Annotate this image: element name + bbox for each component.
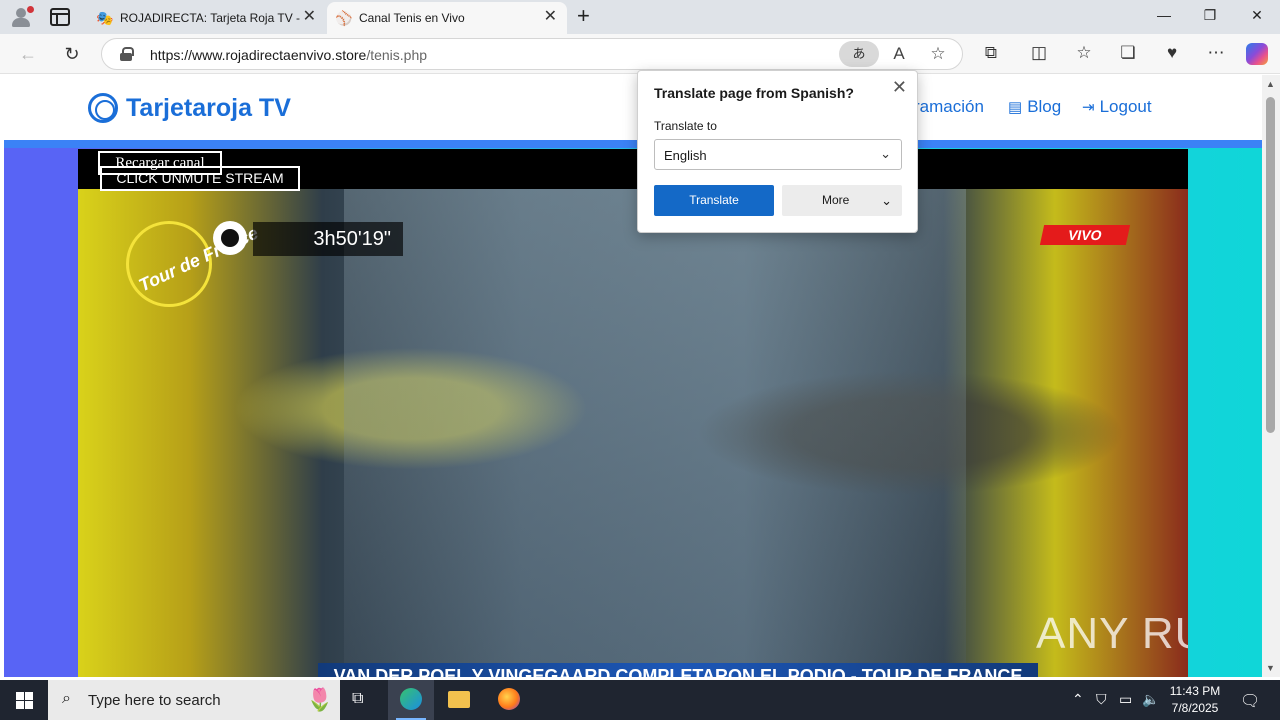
more-button[interactable]: More ⌄	[782, 185, 902, 216]
live-badge: VIVO	[1039, 225, 1131, 245]
tab-strip: 🎭 ROJADIRECTA: Tarjeta Roja TV - Pr ✕ ⚾ …	[0, 0, 1280, 34]
taskbar-search-box[interactable]: ⌕ Type here to search 🌷	[48, 680, 340, 720]
nav-logout-link[interactable]: ⇥ Logout	[1082, 97, 1152, 117]
new-tab-button[interactable]: +	[577, 5, 590, 27]
taskbar-clock[interactable]: 11:43 PM 7/8/2025	[1160, 683, 1230, 717]
profile-icon[interactable]	[8, 5, 34, 29]
race-timer: 3h50'19"	[253, 222, 403, 256]
scroll-down-arrow-icon[interactable]: ▼	[1266, 663, 1275, 673]
task-view-icon[interactable]: ⧉	[338, 680, 384, 720]
tab-canal-tenis[interactable]: ⚾ Canal Tenis en Vivo ✕	[327, 2, 567, 34]
site-navbar: Tarjetaroja TV ramación ▤ Blog ⇥ Logout	[4, 75, 1262, 140]
favorite-star-icon[interactable]: ☆	[927, 44, 949, 64]
clock-time: 11:43 PM	[1169, 684, 1221, 698]
split-screen-icon[interactable]: ◫	[1027, 43, 1051, 63]
chevron-down-icon: ⌄	[881, 193, 892, 208]
tab-title: ROJADIRECTA: Tarjeta Roja TV - Pr	[120, 11, 300, 25]
search-highlight-icon: 🌷	[306, 687, 334, 712]
refresh-icon[interactable]: ↻	[60, 42, 84, 66]
lock-icon[interactable]	[120, 47, 134, 61]
translate-popup: Translate page from Spanish? ✕ Translate…	[637, 70, 918, 233]
url-text[interactable]: https://www.rojadirectaenvivo.store/teni…	[150, 47, 427, 63]
back-arrow-icon[interactable]: ←	[16, 42, 40, 66]
search-placeholder: Type here to search	[88, 692, 221, 709]
scroll-up-arrow-icon[interactable]: ▲	[1266, 79, 1275, 89]
network-icon[interactable]: ▭	[1119, 691, 1132, 708]
notifications-icon[interactable]: 🗨	[1240, 691, 1260, 711]
clock-date: 7/8/2025	[1171, 701, 1219, 715]
video-road	[344, 189, 966, 677]
close-window-button[interactable]: ✕	[1245, 7, 1269, 24]
site-favicon-icon: ⚾	[335, 10, 353, 26]
collections-icon[interactable]: ❏	[1116, 43, 1140, 63]
show-hidden-icons-icon[interactable]: ⌃	[1072, 691, 1084, 708]
page-scrollbar[interactable]: ▲ ▼	[1262, 75, 1280, 677]
address-bar[interactable]: https://www.rojadirectaenvivo.store/teni…	[101, 38, 963, 70]
content-top-stripe	[4, 140, 1262, 148]
news-ticker: VAN DER POEL Y VINGEGAARD COMPLETARON EL…	[318, 663, 1038, 677]
video-player[interactable]: Tour de France 3h50'19" VIVO VAN DER POE…	[78, 149, 1188, 677]
translate-button[interactable]: Translate	[654, 185, 774, 216]
scrollbar-thumb[interactable]	[1266, 97, 1275, 433]
video-frame[interactable]	[78, 189, 1188, 677]
extensions-icon[interactable]: ⧉	[979, 43, 1003, 63]
tab-rojadirecta[interactable]: 🎭 ROJADIRECTA: Tarjeta Roja TV - Pr ✕	[88, 2, 326, 34]
tab-actions-icon[interactable]	[50, 8, 70, 26]
read-aloud-icon[interactable]: A	[888, 44, 910, 64]
language-select[interactable]: English ⌄	[654, 139, 902, 170]
nav-programacion-link[interactable]: ramación	[914, 97, 984, 117]
brand-logo-icon	[88, 93, 118, 123]
start-button[interactable]	[0, 680, 48, 720]
tab-title: Canal Tenis en Vivo	[359, 11, 465, 25]
web-page: Tarjetaroja TV ramación ▤ Blog ⇥ Logout To…	[0, 75, 1262, 677]
browser-essentials-icon[interactable]: ♥	[1160, 43, 1184, 63]
file-explorer-icon[interactable]	[436, 680, 482, 720]
favorites-icon[interactable]: ☆	[1072, 43, 1096, 63]
chevron-down-icon: ⌄	[880, 146, 891, 161]
selected-language: English	[664, 148, 707, 163]
brand-name: Tarjetaroja TV	[126, 94, 291, 122]
browser-toolbar: ← ↻ https://www.rojadirectaenvivo.store/…	[0, 34, 1280, 74]
stopwatch-icon	[213, 221, 247, 255]
settings-more-icon[interactable]: ⋯	[1204, 43, 1228, 63]
site-favicon-icon: 🎭	[96, 10, 114, 26]
anyrun-watermark: ANY RUN	[1036, 609, 1188, 658]
more-button-label: More	[822, 193, 850, 207]
tab-close-icon[interactable]: ✕	[303, 9, 316, 25]
restore-button[interactable]: ❐	[1198, 7, 1222, 24]
nav-blog-link[interactable]: ▤ Blog	[1008, 97, 1061, 117]
minimize-button[interactable]: —	[1152, 7, 1176, 23]
logout-icon: ⇥	[1082, 99, 1095, 116]
close-icon[interactable]: ✕	[892, 77, 907, 98]
firefox-icon[interactable]	[486, 680, 532, 720]
unmute-stream-button[interactable]: CLICK UNMUTE STREAM	[100, 166, 300, 191]
windows-taskbar: ⌕ Type here to search 🌷 ⧉ ⌃ ⛉ ▭ 🔈 11:43 …	[0, 680, 1280, 720]
edge-taskbar-icon[interactable]	[388, 680, 434, 720]
tab-close-icon[interactable]: ✕	[544, 9, 557, 25]
volume-icon[interactable]: 🔈	[1142, 691, 1159, 708]
translate-popup-title: Translate page from Spanish?	[654, 85, 854, 101]
copilot-icon[interactable]	[1246, 43, 1268, 65]
translate-icon[interactable]: あ	[839, 41, 879, 67]
search-icon: ⌕	[62, 690, 71, 707]
newspaper-icon: ▤	[1008, 99, 1023, 116]
translate-to-label: Translate to	[654, 119, 717, 133]
security-tray-icon[interactable]: ⛉	[1096, 691, 1107, 708]
